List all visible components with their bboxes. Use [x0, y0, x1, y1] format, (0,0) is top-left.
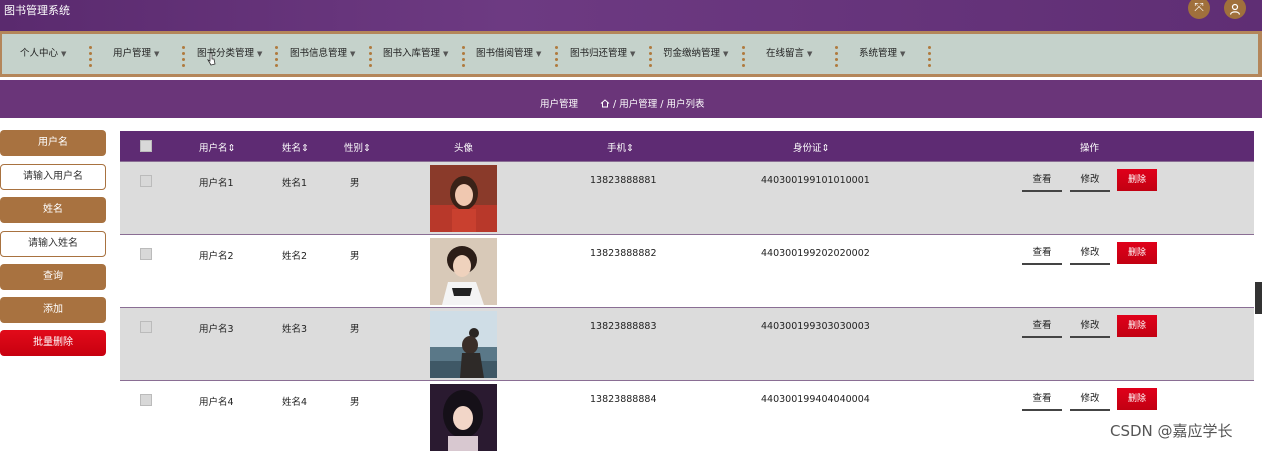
- cell-id-card: 440300199303030003: [761, 321, 870, 332]
- header-gender[interactable]: 性别⇕: [344, 140, 371, 154]
- menu-separator: [89, 44, 93, 67]
- name-search-input[interactable]: 请输入姓名: [0, 231, 106, 257]
- header-avatar: 头像: [454, 143, 474, 154]
- view-button[interactable]: 查看: [1022, 389, 1062, 411]
- name-label: 姓名: [0, 197, 106, 223]
- menu-separator: [462, 44, 466, 67]
- menu-item-book-stock-in[interactable]: 图书入库管理 ▼: [383, 34, 448, 74]
- menu-separator: [742, 44, 746, 67]
- avatar[interactable]: [430, 384, 497, 451]
- menu-separator: [928, 44, 932, 67]
- edit-button[interactable]: 修改: [1070, 389, 1110, 411]
- header-actions: 操作: [1080, 143, 1100, 154]
- cell-username: 用户名3: [199, 324, 234, 335]
- scroll-handle[interactable]: [1255, 282, 1262, 314]
- edit-button[interactable]: 修改: [1070, 170, 1110, 192]
- cell-gender: 男: [350, 251, 360, 262]
- cell-gender: 男: [350, 324, 360, 335]
- row-checkbox[interactable]: [140, 394, 152, 406]
- cell-name: 姓名2: [282, 251, 308, 262]
- menu-item-book-return[interactable]: 图书归还管理 ▼: [570, 34, 635, 74]
- edit-button[interactable]: 修改: [1070, 316, 1110, 338]
- menu-item-system-management[interactable]: 系统管理 ▼: [859, 34, 905, 74]
- page-title-strip: 用户管理 / 用户管理 / 用户列表: [0, 80, 1262, 118]
- view-button[interactable]: 查看: [1022, 170, 1062, 192]
- menu-separator: [275, 44, 279, 67]
- top-bar: 图书管理系统 ⤧: [0, 0, 1262, 31]
- delete-button[interactable]: 删除: [1117, 315, 1157, 337]
- mouse-cursor-icon: [207, 52, 216, 66]
- header-id-card[interactable]: 身份证⇕: [793, 140, 829, 154]
- cell-phone: 13823888884: [590, 394, 657, 405]
- delete-button[interactable]: 删除: [1117, 169, 1157, 191]
- menu-separator: [649, 44, 653, 67]
- menu-container: 个人中心 ▼ 用户管理 ▼ 图书分类管理 ▼ 图书信息管理 ▼ 图书入库管理 ▼ 图书借阅…: [2, 34, 1258, 74]
- batch-delete-button[interactable]: 批量删除: [0, 330, 106, 356]
- cell-gender: 男: [350, 178, 360, 189]
- cell-username: 用户名4: [199, 397, 234, 408]
- cell-id-card: 440300199404040004: [761, 394, 870, 405]
- page-title: 用户管理: [540, 99, 579, 110]
- view-button[interactable]: 查看: [1022, 316, 1062, 338]
- table-row: 用户名1 姓名1 男 13823888881 44030019910101000…: [120, 161, 1254, 234]
- cell-username: 用户名1: [199, 178, 234, 189]
- avatar[interactable]: [430, 165, 497, 232]
- fullscreen-icon[interactable]: ⤧: [1188, 0, 1210, 19]
- query-button[interactable]: 查询: [0, 264, 106, 290]
- menu-separator: [835, 44, 839, 67]
- menu-separator: [555, 44, 559, 67]
- row-checkbox[interactable]: [140, 175, 152, 187]
- select-all-checkbox[interactable]: [140, 140, 152, 152]
- username-search-input[interactable]: 请输入用户名: [0, 164, 106, 190]
- cell-id-card: 440300199101010001: [761, 175, 870, 186]
- cell-name: 姓名1: [282, 178, 308, 189]
- user-icon[interactable]: [1224, 0, 1246, 19]
- edit-button[interactable]: 修改: [1070, 243, 1110, 265]
- table-header: 用户名⇕ 姓名⇕ 性别⇕ 头像 手机⇕ 身份证⇕ 操作: [120, 131, 1254, 161]
- delete-button[interactable]: 删除: [1117, 242, 1157, 264]
- cell-phone: 13823888883: [590, 321, 657, 332]
- breadcrumb-path[interactable]: / 用户管理 / 用户列表: [613, 99, 704, 110]
- table-row: 用户名2 姓名2 男 13823888882 44030019920202000…: [120, 234, 1254, 307]
- menu-item-book-borrow[interactable]: 图书借阅管理 ▼: [476, 34, 541, 74]
- cell-username: 用户名2: [199, 251, 234, 262]
- add-button[interactable]: 添加: [0, 297, 106, 323]
- menu-item-online-message[interactable]: 在线留言 ▼: [766, 34, 812, 74]
- cell-phone: 13823888882: [590, 248, 657, 259]
- avatar[interactable]: [430, 311, 497, 378]
- cell-name: 姓名3: [282, 324, 308, 335]
- cell-phone: 13823888881: [590, 175, 657, 186]
- menu-item-fine-payment[interactable]: 罚金缴纳管理 ▼: [663, 34, 728, 74]
- header-username[interactable]: 用户名⇕: [199, 140, 235, 154]
- menu-item-book-info[interactable]: 图书信息管理 ▼: [290, 34, 355, 74]
- view-button[interactable]: 查看: [1022, 243, 1062, 265]
- user-table: 用户名⇕ 姓名⇕ 性别⇕ 头像 手机⇕ 身份证⇕ 操作 用户名1 姓名1 男 1…: [120, 131, 1254, 461]
- username-label: 用户名: [0, 130, 106, 156]
- header-phone[interactable]: 手机⇕: [607, 140, 634, 154]
- header-name[interactable]: 姓名⇕: [282, 140, 309, 154]
- avatar[interactable]: [430, 238, 497, 305]
- menu-separator: [182, 44, 186, 67]
- cell-gender: 男: [350, 397, 360, 408]
- breadcrumb: / 用户管理 / 用户列表: [600, 96, 705, 110]
- watermark: CSDN @嘉应学长: [1110, 422, 1233, 440]
- home-icon[interactable]: [600, 99, 610, 108]
- table-row: 用户名4 姓名4 男 13823888884 44030019940404000…: [120, 380, 1254, 453]
- app-title: 图书管理系统: [4, 4, 70, 17]
- menu-item-personal-center[interactable]: 个人中心 ▼: [20, 34, 66, 74]
- table-row: 用户名3 姓名3 男 13823888883 44030019930303000…: [120, 307, 1254, 380]
- menu-separator: [369, 44, 373, 67]
- main-menu-bar: 个人中心 ▼ 用户管理 ▼ 图书分类管理 ▼ 图书信息管理 ▼ 图书入库管理 ▼ 图书借阅…: [0, 31, 1262, 77]
- row-checkbox[interactable]: [140, 321, 152, 333]
- cell-name: 姓名4: [282, 397, 308, 408]
- row-checkbox[interactable]: [140, 248, 152, 260]
- menu-item-user-management[interactable]: 用户管理 ▼: [113, 34, 159, 74]
- delete-button[interactable]: 删除: [1117, 388, 1157, 410]
- cell-id-card: 440300199202020002: [761, 248, 870, 259]
